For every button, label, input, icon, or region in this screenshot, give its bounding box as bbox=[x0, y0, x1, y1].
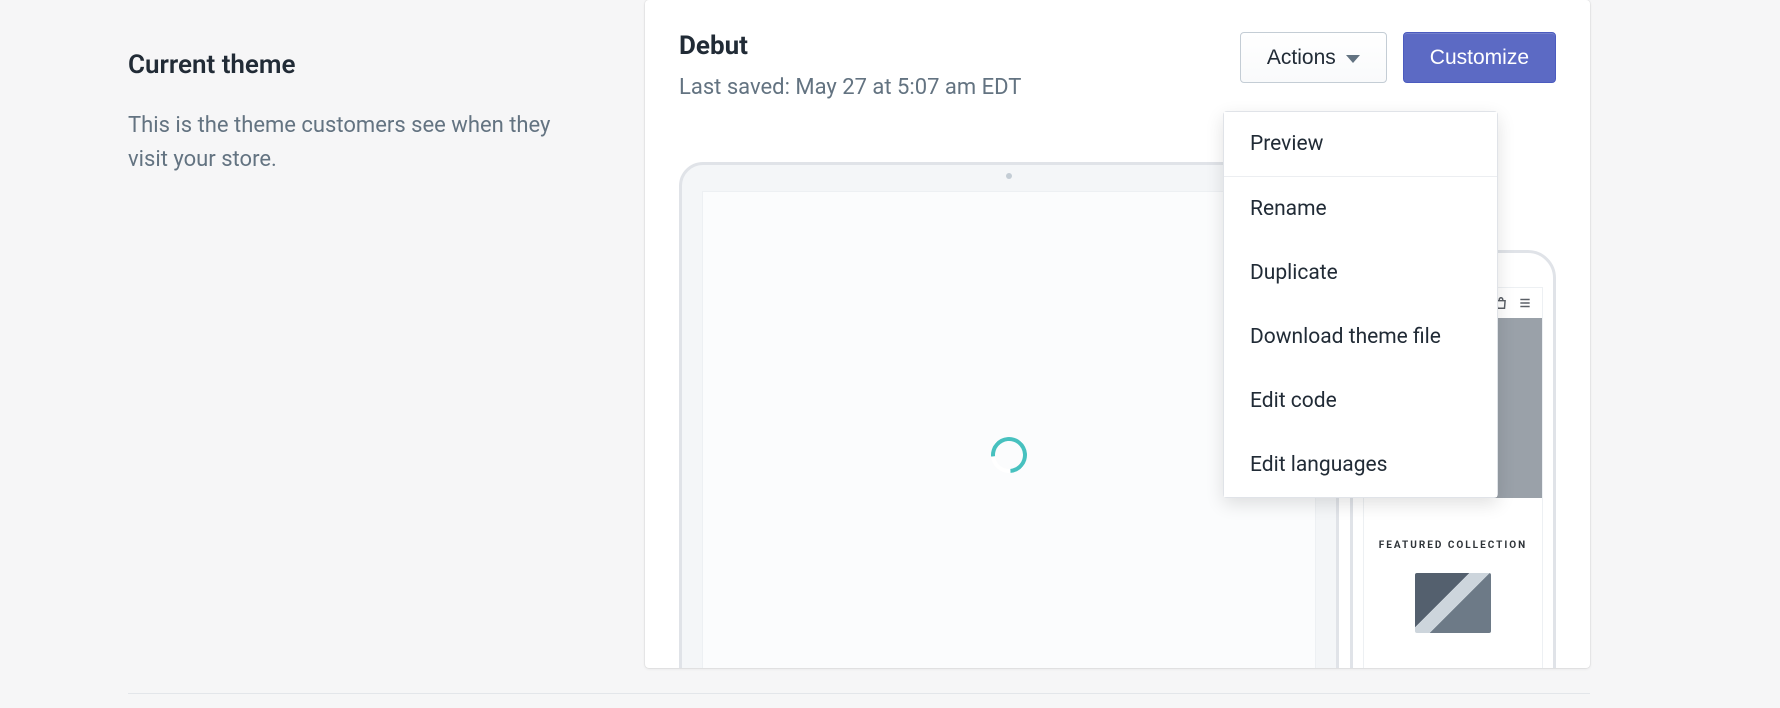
section-description: Current theme This is the theme customer… bbox=[0, 0, 645, 708]
actions-dropdown: Preview Rename Duplicate Download theme … bbox=[1223, 111, 1498, 498]
section-description-text: This is the theme customers see when the… bbox=[128, 109, 558, 177]
actions-menu-preview[interactable]: Preview bbox=[1224, 112, 1497, 177]
actions-button-label: Actions bbox=[1267, 47, 1336, 68]
actions-menu-edit-code[interactable]: Edit code bbox=[1224, 369, 1497, 433]
actions-menu-download[interactable]: Download theme file bbox=[1224, 305, 1497, 369]
customize-button[interactable]: Customize bbox=[1403, 32, 1556, 83]
caret-down-icon bbox=[1346, 55, 1360, 63]
loading-spinner-icon bbox=[984, 430, 1035, 481]
phone-featured-title: FEATURED COLLECTION bbox=[1364, 540, 1542, 551]
section-divider bbox=[128, 693, 1590, 694]
actions-menu-edit-lang[interactable]: Edit languages bbox=[1224, 433, 1497, 497]
actions-menu-rename[interactable]: Rename bbox=[1224, 177, 1497, 241]
phone-featured-section: FEATURED COLLECTION bbox=[1364, 498, 1542, 633]
phone-featured-image bbox=[1415, 573, 1491, 633]
actions-button[interactable]: Actions bbox=[1240, 32, 1387, 83]
theme-last-saved: Last saved: May 27 at 5:07 am EDT bbox=[679, 75, 1021, 100]
menu-icon bbox=[1518, 296, 1532, 310]
theme-card: Debut Last saved: May 27 at 5:07 am EDT … bbox=[645, 0, 1590, 668]
actions-menu-duplicate[interactable]: Duplicate bbox=[1224, 241, 1497, 305]
tablet-camera-icon bbox=[1006, 173, 1012, 179]
customize-button-label: Customize bbox=[1430, 47, 1529, 68]
section-title: Current theme bbox=[128, 50, 605, 81]
theme-name: Debut bbox=[679, 32, 1021, 61]
